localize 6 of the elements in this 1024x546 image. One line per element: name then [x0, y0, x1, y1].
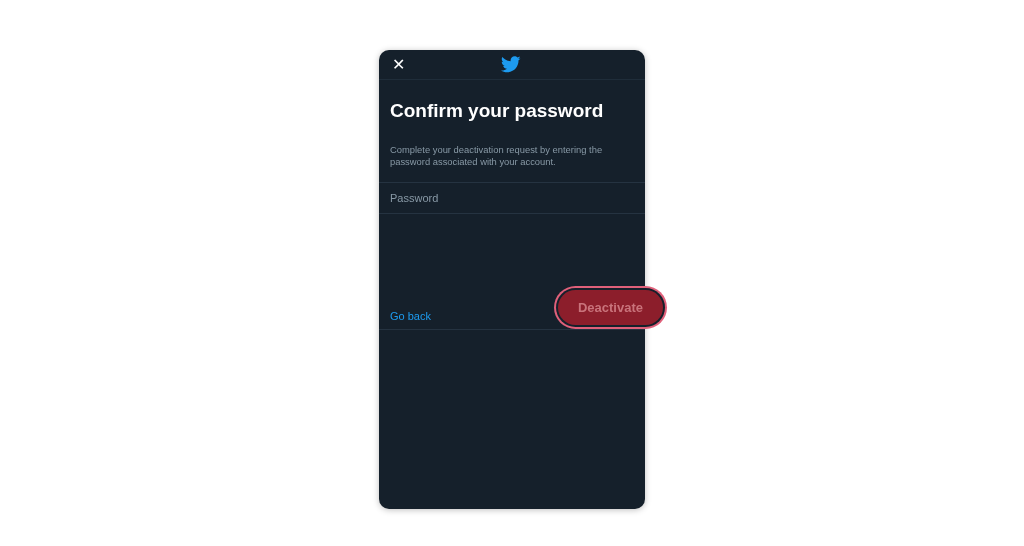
- password-field[interactable]: Password: [379, 183, 645, 214]
- dialog-title: Confirm your password: [390, 100, 605, 123]
- go-back-link[interactable]: Go back: [390, 308, 431, 325]
- close-button[interactable]: ✕: [392, 56, 405, 73]
- bird-icon: [501, 56, 521, 73]
- description-text: Complete your deactivation request by entering the password associated with your account.: [390, 143, 604, 169]
